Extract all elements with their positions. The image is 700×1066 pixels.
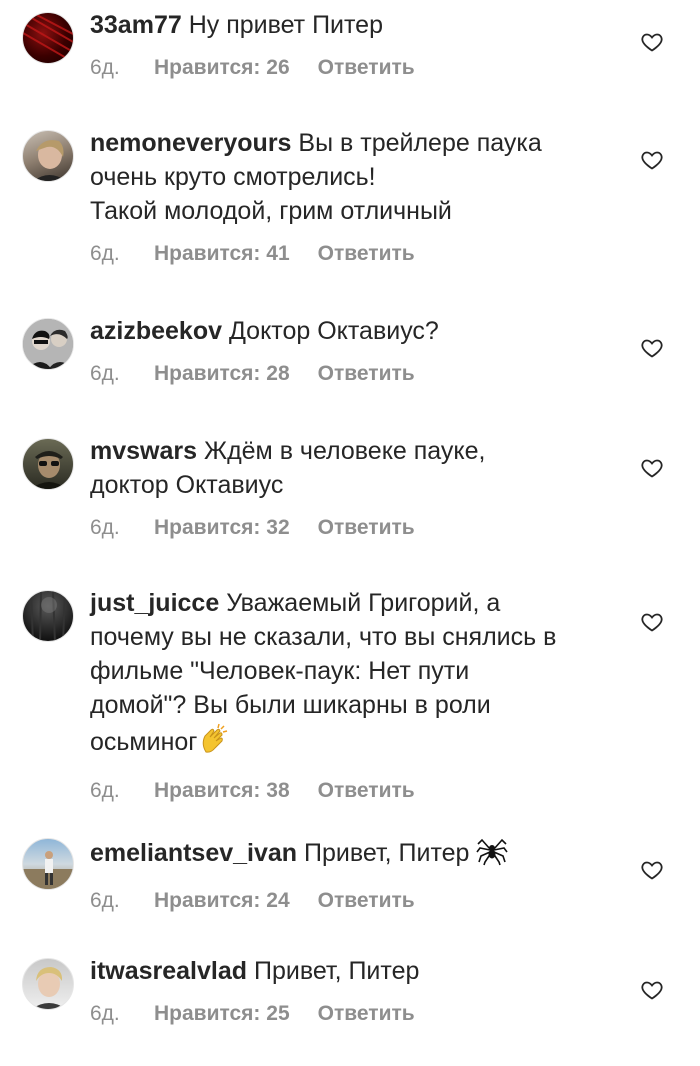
- heart-icon[interactable]: [640, 610, 664, 634]
- reply-button[interactable]: Ответить: [318, 56, 415, 80]
- comment-username[interactable]: just_juicce: [90, 589, 219, 617]
- likes-count[interactable]: Нравится: 41: [154, 242, 290, 266]
- reply-button[interactable]: Ответить: [318, 779, 415, 803]
- comment-meta: 6д. Нравится: 28 Ответить: [90, 362, 630, 386]
- comment-username[interactable]: nemoneveryours: [90, 129, 291, 157]
- avatar[interactable]: [22, 590, 74, 642]
- comment-time: 6д.: [90, 516, 120, 539]
- heart-icon[interactable]: [640, 336, 664, 360]
- comment-username[interactable]: mvswars: [90, 437, 197, 465]
- comment-text: azizbeekov Доктор Октавиус?: [90, 317, 439, 345]
- likes-count[interactable]: Нравится: 26: [154, 56, 290, 80]
- heart-icon[interactable]: [640, 858, 664, 882]
- avatar[interactable]: [22, 318, 74, 370]
- heart-icon[interactable]: [640, 30, 664, 54]
- comment-meta: 6д. Нравится: 25 Ответить: [90, 1002, 630, 1026]
- clapping-hands-emoji: [197, 722, 231, 765]
- comment-text: itwasrealvlad Привет, Питер: [90, 957, 420, 985]
- comment-meta: 6д. Нравится: 32 Ответить: [90, 516, 630, 540]
- likes-count[interactable]: Нравится: 38: [154, 779, 290, 803]
- reply-button[interactable]: Ответить: [318, 889, 415, 913]
- comment-meta: 6д. Нравится: 24 Ответить: [90, 889, 630, 913]
- comment-username[interactable]: emeliantsev_ivan: [90, 839, 297, 867]
- comment-time: 6д.: [90, 362, 120, 385]
- reply-button[interactable]: Ответить: [318, 362, 415, 386]
- comment-meta: 6д. Нравится: 26 Ответить: [90, 56, 630, 80]
- comment-time: 6д.: [90, 56, 120, 79]
- heart-icon[interactable]: [640, 148, 664, 172]
- comment-time: 6д.: [90, 1002, 120, 1025]
- comment-username[interactable]: 33am77: [90, 11, 182, 39]
- likes-count[interactable]: Нравится: 28: [154, 362, 290, 386]
- reply-button[interactable]: Ответить: [318, 1002, 415, 1026]
- comment-meta: 6д. Нравится: 41 Ответить: [90, 242, 630, 266]
- comment-time: 6д.: [90, 889, 120, 912]
- comment-time: 6д.: [90, 779, 120, 802]
- likes-count[interactable]: Нравится: 25: [154, 1002, 290, 1026]
- spider-emoji: [476, 834, 509, 875]
- comment-text: nemoneveryours Вы в трейлере паука очень…: [90, 129, 542, 225]
- heart-icon[interactable]: [640, 978, 664, 1002]
- avatar[interactable]: [22, 438, 74, 490]
- likes-count[interactable]: Нравится: 24: [154, 889, 290, 913]
- avatar[interactable]: [22, 12, 74, 64]
- likes-count[interactable]: Нравится: 32: [154, 516, 290, 540]
- comment-text: emeliantsev_ivan Привет, Питер: [90, 834, 630, 875]
- comment-username[interactable]: itwasrealvlad: [90, 957, 247, 985]
- comment-meta: 6д. Нравится: 38 Ответить: [90, 779, 630, 803]
- avatar[interactable]: [22, 838, 74, 890]
- reply-button[interactable]: Ответить: [318, 242, 415, 266]
- comment-username[interactable]: azizbeekov: [90, 317, 222, 345]
- avatar[interactable]: [22, 958, 74, 1010]
- reply-button[interactable]: Ответить: [318, 516, 415, 540]
- comment-text: 33am77 Ну привет Питер: [90, 11, 383, 39]
- comment-time: 6д.: [90, 242, 120, 265]
- comment-text: mvswars Ждём в человеке пауке, доктор Ок…: [90, 437, 486, 499]
- heart-icon[interactable]: [640, 456, 664, 480]
- avatar[interactable]: [22, 130, 74, 182]
- comment-text: just_juicce Уважаемый Григорий, а почему…: [90, 586, 630, 765]
